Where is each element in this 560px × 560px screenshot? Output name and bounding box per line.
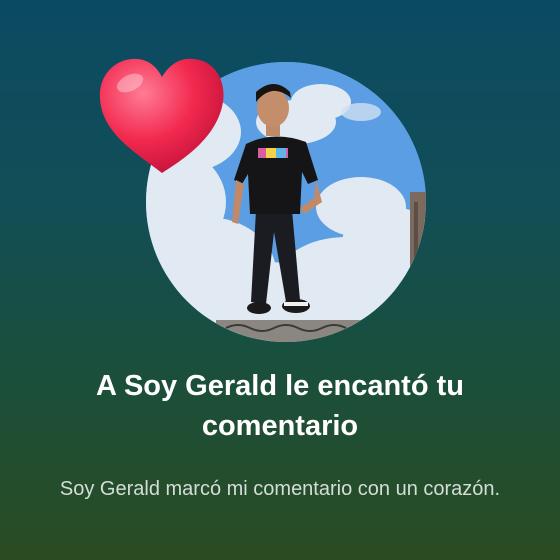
notification-title: A Soy Gerald le encantó tu comentario <box>96 370 464 442</box>
notification-screen: A Soy Gerald le encantó tu comentario So… <box>0 0 560 560</box>
heart-icon <box>99 58 224 173</box>
notification-body: Soy Gerald marcó mi comentario con un co… <box>59 478 501 500</box>
